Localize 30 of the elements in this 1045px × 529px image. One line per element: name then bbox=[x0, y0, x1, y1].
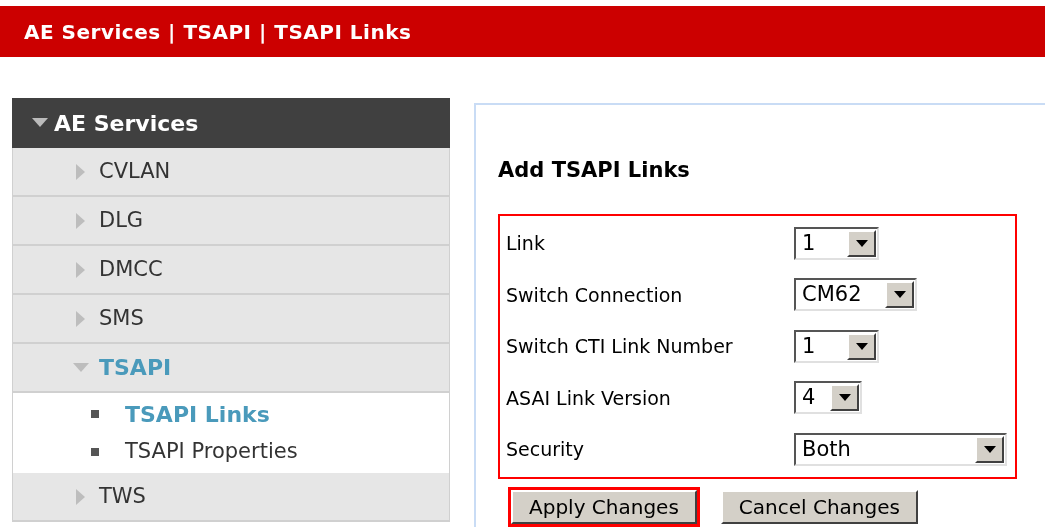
sidebar-item[interactable]: DLG bbox=[12, 197, 450, 246]
expand-icon bbox=[76, 488, 86, 505]
action-button[interactable]: Apply Changes bbox=[511, 490, 697, 524]
field-label: ASAI Link Version bbox=[506, 385, 672, 411]
bullet-icon bbox=[91, 448, 99, 456]
collapse-icon bbox=[73, 362, 89, 373]
sidebar-item[interactable]: CVLAN bbox=[12, 148, 450, 197]
dropdown[interactable]: 1 bbox=[794, 226, 879, 260]
breadcrumb: AE Services | TSAPI | TSAPI Links bbox=[24, 18, 412, 46]
dropdown[interactable]: CM62 bbox=[794, 278, 917, 312]
sidebar-item[interactable]: SMS bbox=[12, 295, 450, 344]
dropdown[interactable]: 4 bbox=[794, 381, 862, 415]
field-label: Switch Connection bbox=[506, 282, 684, 308]
expand-icon bbox=[76, 212, 86, 229]
collapse-icon bbox=[32, 118, 48, 128]
submenu-item[interactable]: TSAPI Properties bbox=[13, 433, 449, 471]
expand-icon bbox=[76, 310, 86, 327]
expand-icon bbox=[76, 261, 86, 278]
sidebar-header[interactable]: AE Services bbox=[12, 98, 450, 148]
expand-icon bbox=[76, 163, 86, 180]
action-button[interactable]: Cancel Changes bbox=[720, 490, 918, 524]
form-title: Add TSAPI Links bbox=[498, 157, 691, 184]
sidebar-item[interactable]: DMCC bbox=[12, 246, 450, 295]
field-label: Switch CTI Link Number bbox=[506, 334, 734, 359]
dropdown[interactable]: 1 bbox=[794, 329, 879, 363]
field-label: Link bbox=[506, 231, 546, 256]
dropdown[interactable]: Both bbox=[794, 432, 1007, 466]
sidebar-item[interactable]: TWS bbox=[12, 473, 450, 522]
bullet-icon bbox=[91, 410, 99, 418]
field-label: Security bbox=[506, 437, 586, 462]
